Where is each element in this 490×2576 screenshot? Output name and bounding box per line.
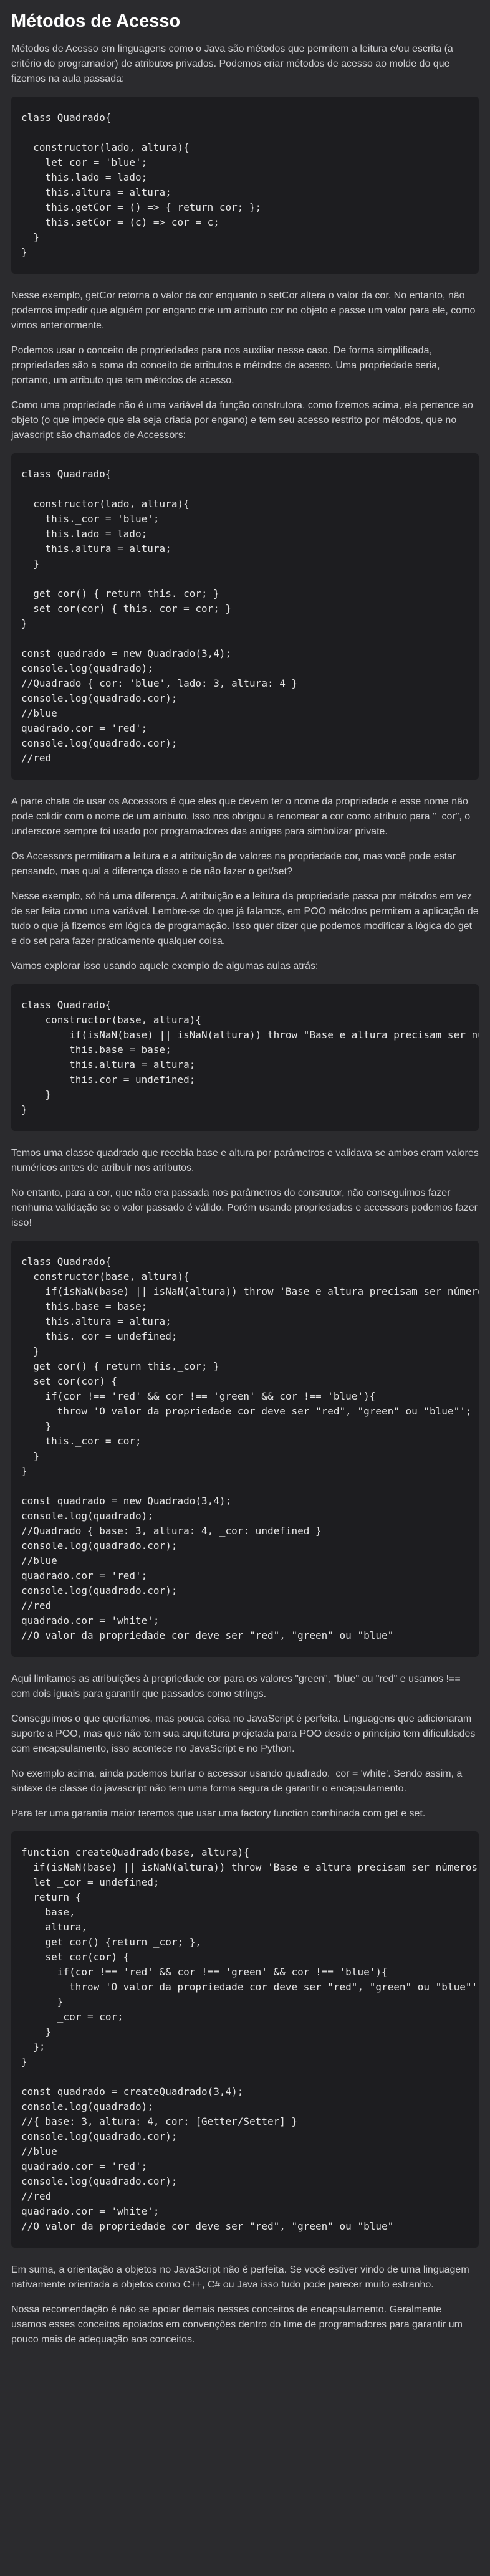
paragraph: Nossa recomendação é não se apoiar demai… (11, 2304, 463, 2345)
paragraph: Como uma propriedade não é uma variável … (11, 400, 473, 441)
paragraph: Aqui limitamos as atribuições à propried… (11, 1674, 461, 1699)
paragraph: Nesse exemplo, getCor retorna o valor da… (11, 290, 476, 331)
paragraph: No exemplo acima, ainda podemos burlar o… (11, 1768, 463, 1794)
paragraph: Nesse exemplo, só há uma diferença. A at… (11, 891, 479, 947)
code-block: class Quadrado{ constructor(lado, altura… (11, 97, 479, 274)
paragraph: Os Accessors permitiram a leitura e a at… (11, 851, 456, 877)
paragraph: No entanto, para a cor, que não era pass… (11, 1188, 478, 1228)
page-title: Métodos de Acesso (11, 11, 181, 31)
paragraph: Vamos explorar isso usando aquele exempl… (11, 961, 319, 971)
paragraph: A parte chata de usar os Accessors é que… (11, 796, 471, 837)
article: Métodos de Acesso Métodos de Acesso em l… (0, 0, 490, 2372)
code-block: class Quadrado{ constructor(base, altura… (11, 984, 479, 1131)
paragraph: Conseguimos o que queríamos, mas pouca c… (11, 1714, 476, 1754)
paragraph: Métodos de Acesso em linguagens como o J… (11, 44, 453, 84)
paragraph: Em suma, a orientação a objetos no JavaS… (11, 2264, 469, 2290)
code-block: class Quadrado{ constructor(base, altura… (11, 1241, 479, 1657)
code-block: function createQuadrado(base, altura){ i… (11, 1831, 479, 2248)
paragraph: Podemos usar o conceito de propriedades … (11, 345, 440, 386)
paragraph: Temos uma classe quadrado que recebia ba… (11, 1148, 479, 1173)
paragraph: Para ter uma garantia maior teremos que … (11, 1808, 426, 1819)
code-block: class Quadrado{ constructor(lado, altura… (11, 453, 479, 780)
